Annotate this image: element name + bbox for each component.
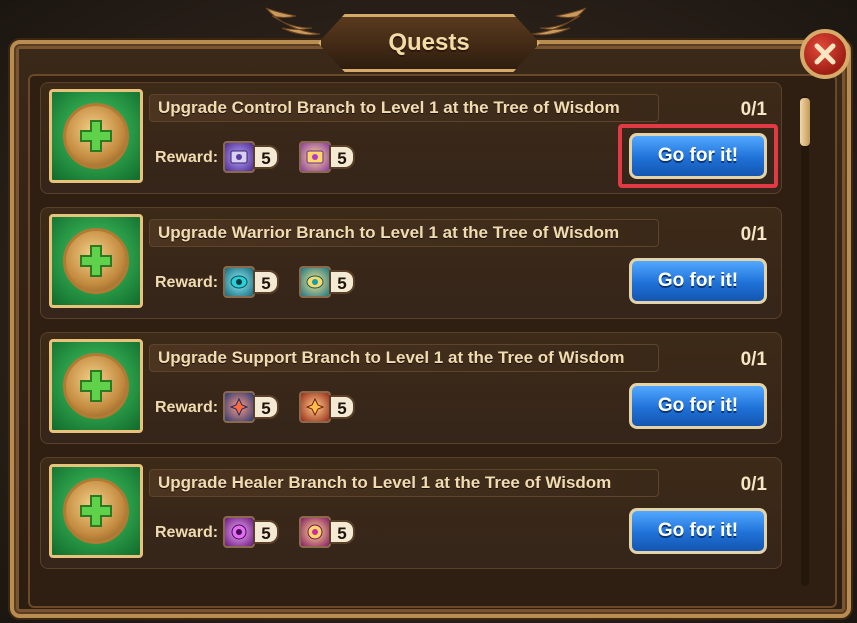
quest-row: Upgrade Control Branch to Level 1 at the… [40,82,782,194]
reward-count: 5 [329,145,355,169]
warrior-rune-gold-icon [299,266,331,298]
reward-label: Reward: [155,149,219,166]
quest-title: Upgrade Healer Branch to Level 1 at the … [149,469,659,497]
reward-label: Reward: [155,399,219,416]
go-for-it-button[interactable]: Go for it! [629,383,767,429]
reward-item[interactable]: 5 [299,391,355,423]
quest-icon [49,89,143,183]
reward-item[interactable]: 5 [223,516,279,548]
quest-row: Upgrade Warrior Branch to Level 1 at the… [40,207,782,319]
medal-plus-icon [63,228,129,294]
left-wing-ornament-icon [265,7,321,36]
reward-item[interactable]: 5 [223,391,279,423]
close-icon [814,43,836,65]
title-banner: Quests [318,14,540,72]
quest-row: Upgrade Healer Branch to Level 1 at the … [40,457,782,569]
reward-item[interactable]: 5 [223,266,279,298]
quest-icon [49,339,143,433]
healer-rune-purple-icon [223,516,255,548]
reward-count: 5 [329,520,355,544]
quest-title: Upgrade Warrior Branch to Level 1 at the… [149,219,659,247]
quest-icon [49,464,143,558]
quest-progress: 0/1 [740,224,767,245]
medal-plus-icon [63,103,129,169]
medal-plus-icon [63,353,129,419]
medal-plus-icon [63,478,129,544]
quest-progress: 0/1 [740,474,767,495]
reward-count: 5 [253,520,279,544]
reward-count: 5 [329,270,355,294]
go-for-it-button[interactable]: Go for it! [629,133,767,179]
go-for-it-button[interactable]: Go for it! [629,508,767,554]
page-title: Quests [388,29,470,56]
quest-title: Upgrade Support Branch to Level 1 at the… [149,344,659,372]
quest-row: Upgrade Support Branch to Level 1 at the… [40,332,782,444]
reward-label: Reward: [155,524,219,541]
support-rune-red-icon [299,391,331,423]
close-button[interactable] [800,29,850,79]
go-for-it-button[interactable]: Go for it! [629,258,767,304]
control-rune-purple-icon [223,141,255,173]
reward-item[interactable]: 5 [299,141,355,173]
reward-count: 5 [253,270,279,294]
reward-item[interactable]: 5 [223,141,279,173]
quest-title: Upgrade Control Branch to Level 1 at the… [149,94,659,122]
quest-progress: 0/1 [740,99,767,120]
quest-progress: 0/1 [740,349,767,370]
reward-count: 5 [253,145,279,169]
support-rune-blue-icon [223,391,255,423]
scrollbar-track[interactable] [801,96,809,586]
reward-count: 5 [253,395,279,419]
right-wing-ornament-icon [531,7,587,36]
warrior-rune-teal-icon [223,266,255,298]
reward-label: Reward: [155,274,219,291]
reward-count: 5 [329,395,355,419]
healer-rune-gold-icon [299,516,331,548]
reward-item[interactable]: 5 [299,516,355,548]
reward-item[interactable]: 5 [299,266,355,298]
quest-icon [49,214,143,308]
control-rune-gold-icon [299,141,331,173]
scrollbar-thumb[interactable] [800,98,810,146]
